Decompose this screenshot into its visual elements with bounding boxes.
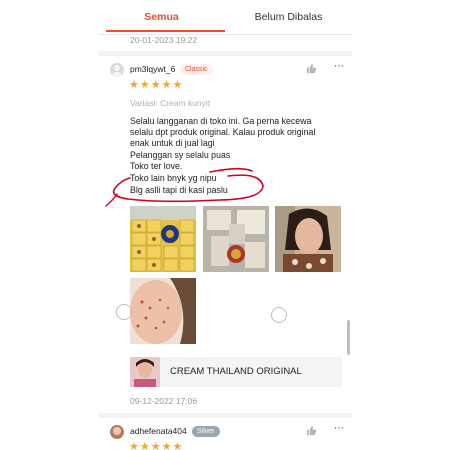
review-photo-face-closeup[interactable] [130,278,196,344]
review-separator [98,51,352,56]
previous-review-timestamp: 20-01-2023 19:22 [130,35,198,45]
review-photo-product-boxes[interactable] [130,206,196,272]
review-photo-cream-jar[interactable] [203,206,269,272]
review-tabs: Semua Belum Dibalas [98,0,352,35]
review-separator [98,413,352,418]
review-timestamp: 09-12-2022 17:06 [130,396,198,406]
variation-label: Variasi: Cream kunyit [130,98,211,108]
review-text-line: Toko lain bnyk yg nipu [130,173,217,183]
review-text-line: Pelanggan sy selalu puas [130,150,231,160]
rating-stars: ★★★★★ [129,79,184,91]
membership-badge: Silver [192,426,220,437]
review-list-panel: Semua Belum Dibalas 20-01-2023 19:22 pm3… [98,0,352,450]
user-avatar[interactable] [110,425,124,439]
review-text-line: Toko ter love. [130,161,183,171]
carousel-next-indicator[interactable] [271,307,287,323]
reviewer-username[interactable]: pm3lqywt_6 [130,64,175,74]
product-name: CREAM THAILAND ORIGINAL [170,366,302,377]
purchased-product-card[interactable]: CREAM THAILAND ORIGINAL [130,357,342,387]
review-text-line: selalu dpt produk original. Kalau produk… [130,127,316,137]
thumbs-up-icon[interactable] [306,63,317,74]
review-text-line: Blg aslli tapi di kasi paslu [130,185,228,195]
rating-stars: ★★★★★ [129,441,184,450]
tab-all[interactable]: Semua [98,0,225,34]
tab-unreplied[interactable]: Belum Dibalas [225,0,352,34]
scrollbar[interactable] [347,320,350,355]
more-dots-icon[interactable]: ⋯ [334,61,344,72]
carousel-prev-indicator[interactable] [116,304,132,320]
user-avatar[interactable] [110,63,124,77]
review-photo-selfie[interactable] [275,206,341,272]
more-dots-icon[interactable]: ⋯ [334,423,344,434]
product-thumbnail [130,357,160,387]
review-text-line: Selalu langganan di toko ini. Ga perna k… [130,116,312,126]
reviewer-username[interactable]: adhefenata404 [130,426,187,436]
membership-badge: Classic [180,64,213,75]
review-text-line: enak untuk di jual lagi [130,138,215,148]
thumbs-up-icon[interactable] [306,425,317,436]
